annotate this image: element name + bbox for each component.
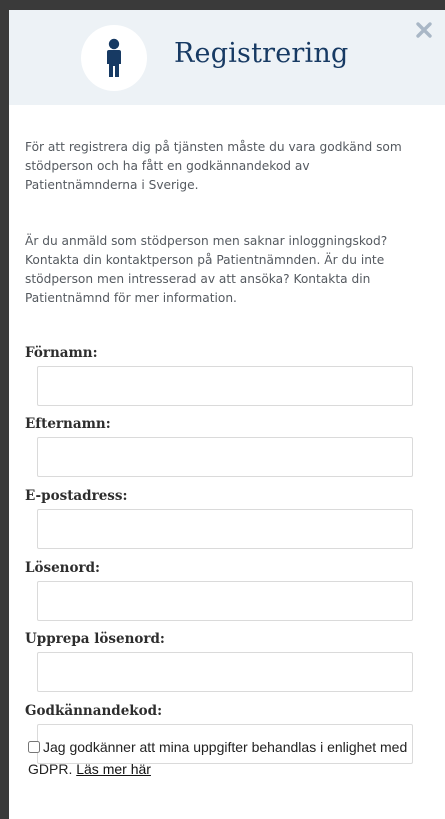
password-label: Lösenord: <box>25 560 101 576</box>
email-label: E-postadress: <box>25 488 128 504</box>
intro-text-2: Är du anmäld som stödperson men saknar i… <box>25 232 425 308</box>
modal-title: Registrering <box>174 38 349 69</box>
repeat-password-label: Upprepa lösenord: <box>25 631 165 647</box>
person-icon <box>107 38 121 77</box>
intro-paragraph-1: För att registrera dig på tjänsten måste… <box>25 140 402 192</box>
registration-modal: Registrering För att registrera dig på t… <box>9 10 445 819</box>
last-name-label: Efternamn: <box>25 416 111 432</box>
close-icon <box>416 22 432 38</box>
read-more-link[interactable]: Läs mer här <box>76 761 151 777</box>
consent-checkbox[interactable] <box>28 741 40 753</box>
approval-code-label: Godkännandekod: <box>25 703 163 719</box>
backdrop-page <box>0 0 445 10</box>
avatar <box>81 25 147 91</box>
password-input[interactable] <box>37 581 413 621</box>
intro-paragraph-2: Är du anmäld som stödperson men saknar i… <box>25 234 388 305</box>
email-input[interactable] <box>37 509 413 549</box>
modal-header: Registrering <box>9 10 445 105</box>
close-button[interactable] <box>414 20 434 40</box>
first-name-label: Förnamn: <box>25 345 98 361</box>
intro-text-1: För att registrera dig på tjänsten måste… <box>25 138 425 195</box>
first-name-input[interactable] <box>37 366 413 406</box>
last-name-input[interactable] <box>37 437 413 477</box>
consent-row: Jag godkänner att mina uppgifter behandl… <box>28 736 418 780</box>
repeat-password-input[interactable] <box>37 652 413 692</box>
